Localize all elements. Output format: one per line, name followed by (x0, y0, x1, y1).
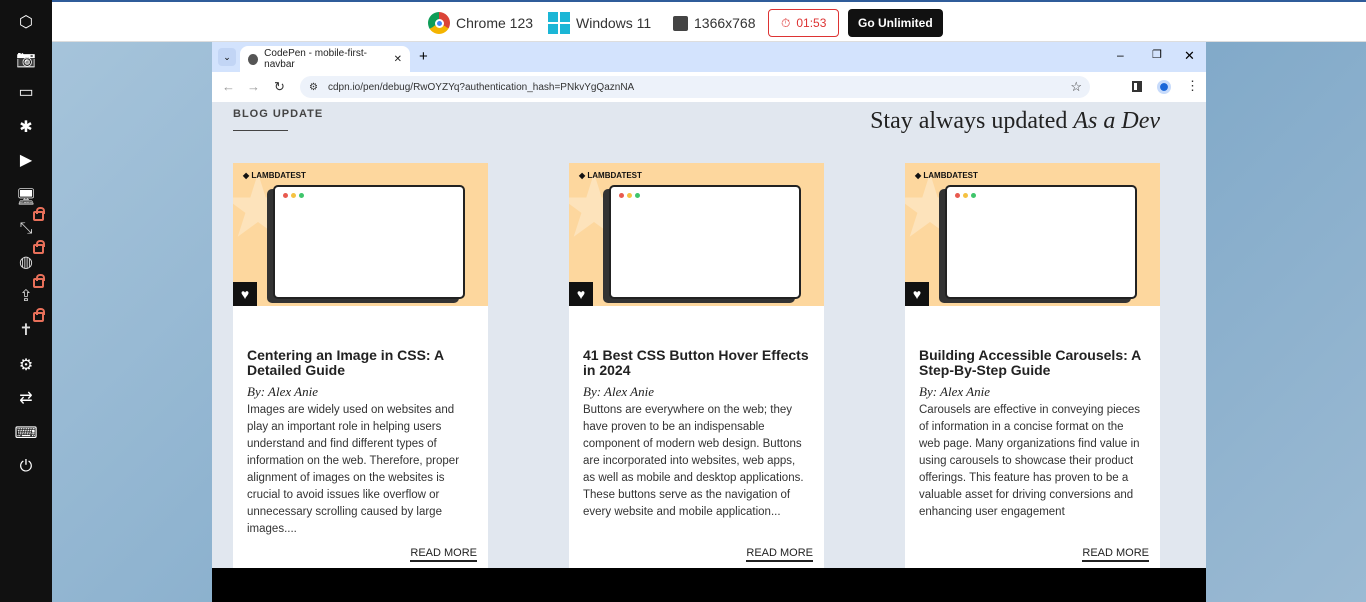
card-thumbnail: ◆ LAMBDATEST ♥ (233, 163, 488, 306)
black-footer-strip (212, 568, 1206, 602)
switch-icon[interactable]: ⇄ (14, 386, 38, 410)
browser-info: Chrome 123 (428, 11, 533, 35)
session-timer: ⏱ 01:53 (768, 9, 840, 37)
side-panel-icon[interactable] (1132, 81, 1142, 92)
resolution-icon (673, 15, 688, 31)
divider (233, 130, 288, 131)
card-title[interactable]: Building Accessible Carousels: A Step-By… (919, 348, 1146, 378)
site-settings-icon[interactable]: ⚙ (309, 82, 318, 93)
page-content: BLOG UPDATE Stay always updated As a Dev… (212, 102, 1206, 573)
os-info: Windows 11 (548, 11, 651, 35)
resolution: 1366x768 (694, 15, 756, 31)
lock-icon (33, 240, 45, 254)
lambdatest-logo: ◆ LAMBDATEST (579, 171, 642, 180)
card-title[interactable]: Centering an Image in CSS: A Detailed Gu… (247, 348, 474, 378)
bookmark-star-icon[interactable]: ☆ (1070, 79, 1082, 95)
monitor-icon[interactable]: 🖥 (14, 185, 38, 209)
power-icon[interactable]: ⏻ (14, 455, 38, 479)
close-window-button[interactable]: ✕ (1184, 48, 1195, 64)
read-more-link[interactable]: READ MORE (410, 547, 477, 562)
favorite-button[interactable]: ♥ (905, 282, 929, 306)
play-icon[interactable]: ▶ (14, 148, 38, 172)
card-title[interactable]: 41 Best CSS Button Hover Effects in 2024 (583, 348, 810, 378)
address-bar[interactable]: ⚙ cdpn.io/pen/debug/RwOYZYq?authenticatio… (300, 76, 1090, 98)
chrome-icon (428, 12, 450, 34)
browser-version: Chrome 123 (456, 15, 534, 31)
globe-icon (248, 53, 259, 65)
lock-icon (33, 207, 45, 221)
resize-icon[interactable]: ⤡ (14, 207, 45, 241)
reload-icon[interactable]: ↻ (274, 79, 285, 95)
read-more-link[interactable]: READ MORE (746, 547, 813, 562)
illustration (609, 185, 801, 299)
restore-button[interactable]: ❐ (1152, 48, 1162, 61)
card-excerpt: Carousels are effective in conveying pie… (919, 404, 1140, 518)
windows-icon (548, 12, 570, 34)
close-tab-icon[interactable]: ✕ (394, 54, 402, 65)
os-version: Windows 11 (576, 15, 652, 31)
blog-card: ◆ LAMBDATEST ♥ Centering an Image in CSS:… (233, 163, 488, 573)
card-excerpt: Images are widely used on websites and p… (247, 404, 460, 535)
card-excerpt: Buttons are everywhere on the web; they … (583, 404, 804, 518)
lock-icon (33, 308, 45, 322)
browser-window: ⌄ CodePen - mobile-first-navbar ✕ + – ❐ ✕… (212, 42, 1206, 602)
menu-icon[interactable]: ⋮ (1186, 78, 1199, 94)
sidebar: ⬡ 📷 ▭ ✱ ▶ 🖥 ⤡ ◍ ⇪ ✝ ⚙ ⇄ ⌨ ⏻ (0, 0, 52, 602)
keyboard-icon[interactable]: ⌨ (14, 421, 38, 445)
blog-card: ◆ LAMBDATEST ♥ Building Accessible Carous… (905, 163, 1160, 573)
address-toolbar: ← → ↻ ⚙ cdpn.io/pen/debug/RwOYZYq?authent… (212, 72, 1206, 102)
accessibility-icon[interactable]: ✝ (14, 308, 45, 342)
settings-icon[interactable]: ⚙ (14, 353, 38, 377)
lambdatest-logo: ◆ LAMBDATEST (243, 171, 306, 180)
tagline-text: Stay always updated (870, 108, 1074, 134)
resolution-info: 1366x768 (673, 11, 756, 35)
lambdatest-logo: ◆ LAMBDATEST (915, 171, 978, 180)
forward-icon[interactable]: → (247, 79, 260, 94)
video-icon[interactable]: ▭ (14, 80, 38, 104)
tab-bar: ⌄ CodePen - mobile-first-navbar ✕ + – ❐ ✕ (212, 42, 1206, 72)
bug-icon[interactable]: ✱ (14, 115, 38, 139)
section-label: BLOG UPDATE (233, 108, 324, 120)
upload-icon[interactable]: ⇪ (14, 274, 45, 308)
tagline: Stay always updated As a Dev (870, 108, 1160, 135)
card-author: By: Alex Anie (583, 384, 654, 399)
profile-avatar[interactable] (1157, 80, 1171, 94)
tab-title: CodePen - mobile-first-navbar (264, 48, 367, 70)
lock-icon (33, 274, 45, 288)
tab-codepen[interactable]: CodePen - mobile-first-navbar ✕ (240, 46, 410, 72)
camera-icon[interactable]: 📷 (14, 47, 38, 71)
minimize-button[interactable]: – (1117, 48, 1124, 62)
card-author: By: Alex Anie (247, 384, 318, 399)
tagline-emphasis: As a Dev (1073, 108, 1160, 134)
globe-icon[interactable]: ◍ (14, 240, 45, 274)
card-thumbnail: ◆ LAMBDATEST ♥ (569, 163, 824, 306)
card-thumbnail: ◆ LAMBDATEST ♥ (905, 163, 1160, 306)
illustration (945, 185, 1137, 299)
favorite-button[interactable]: ♥ (233, 282, 257, 306)
go-unlimited-button[interactable]: Go Unlimited (848, 9, 943, 37)
tab-search-button[interactable]: ⌄ (218, 48, 236, 66)
back-icon[interactable]: ← (222, 79, 235, 94)
new-tab-button[interactable]: + (419, 48, 428, 65)
stopwatch-icon: ⏱ (781, 15, 791, 30)
illustration (273, 185, 465, 299)
session-toolbar: Chrome 123 Windows 11 1366x768 ⏱ 01:53 Go… (0, 0, 1366, 42)
lambdatest-logo-icon[interactable]: ⬡ (14, 10, 38, 34)
read-more-link[interactable]: READ MORE (1082, 547, 1149, 562)
timer-value: 01:53 (796, 16, 827, 30)
blog-card: ◆ LAMBDATEST ♥ 41 Best CSS Button Hover E… (569, 163, 824, 573)
url-text: cdpn.io/pen/debug/RwOYZYq?authentication… (328, 81, 635, 93)
card-author: By: Alex Anie (919, 384, 990, 399)
favorite-button[interactable]: ♥ (569, 282, 593, 306)
